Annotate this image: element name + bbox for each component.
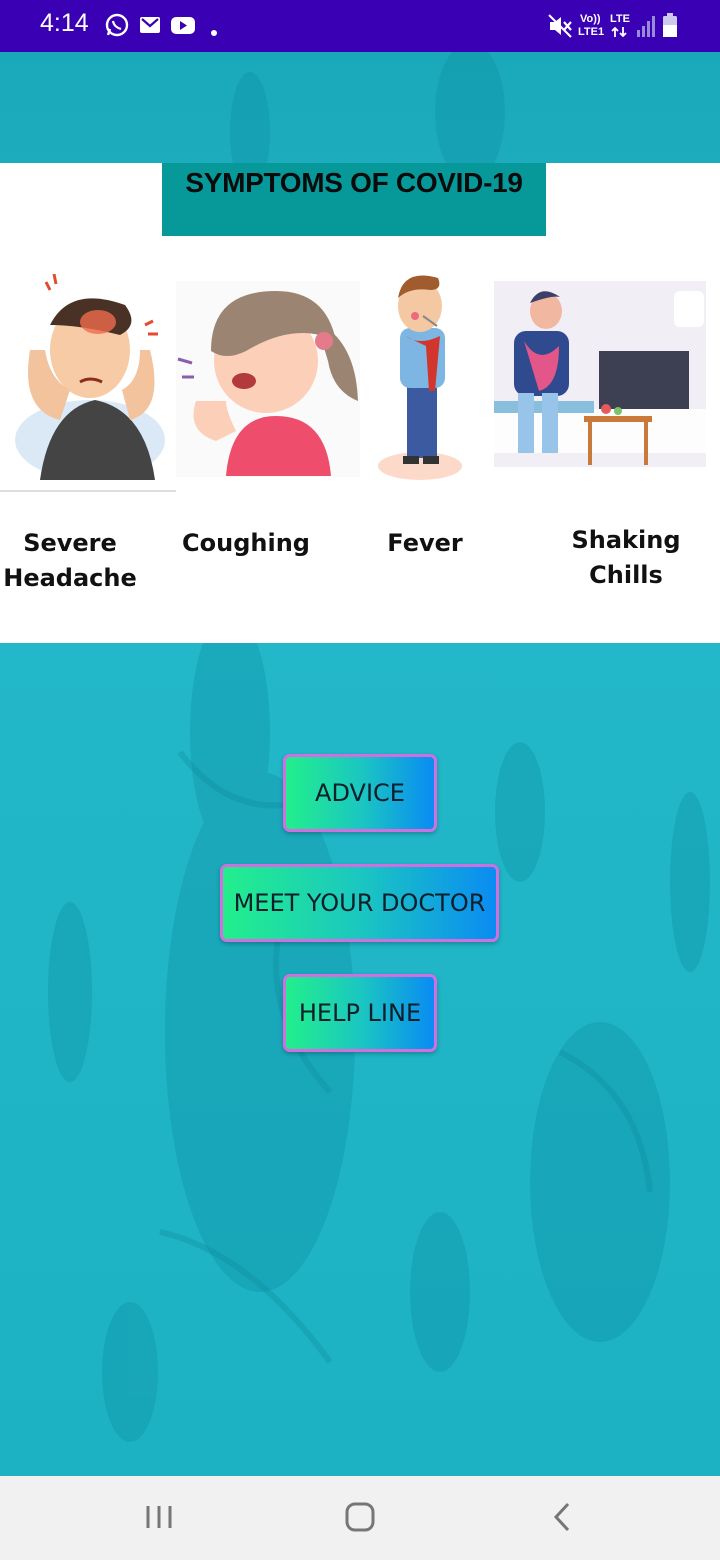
- symptom-label-line: Severe: [23, 529, 117, 557]
- symptom-label-chills: Shaking Chills: [556, 523, 696, 593]
- symptom-label-line: Coughing: [182, 529, 310, 557]
- home-icon[interactable]: [335, 1496, 385, 1540]
- lte-label: LTE: [610, 13, 630, 25]
- whatsapp-icon: [104, 12, 130, 42]
- symptom-label-line: Fever: [387, 529, 463, 557]
- advice-button[interactable]: ADVICE: [283, 754, 437, 832]
- symptoms-title: SYMPTOMS OF COVID-19: [185, 167, 523, 198]
- meet-your-doctor-button[interactable]: MEET YOUR DOCTOR: [220, 864, 499, 942]
- volte-label: Vo)): [580, 13, 601, 25]
- symptom-label-headache: Severe Headache: [0, 526, 140, 596]
- battery-icon: [662, 12, 678, 42]
- symptom-label-line: Headache: [3, 564, 137, 592]
- mute-icon: [548, 14, 574, 42]
- status-time: 4:14: [40, 9, 89, 37]
- youtube-icon: [170, 12, 196, 42]
- symptom-label-fever: Fever: [365, 526, 485, 561]
- coughing-illustration: [176, 281, 360, 477]
- lte1-label: LTE1: [578, 26, 605, 38]
- symptom-label-line: Shaking: [571, 526, 681, 554]
- signal-icon: [636, 14, 656, 42]
- chills-illustration: [494, 281, 706, 467]
- status-bar: 4:14 Vo)) LTE1 LTE: [0, 0, 720, 52]
- navigation-bar: [0, 1476, 720, 1560]
- symptoms-title-banner: SYMPTOMS OF COVID-19: [162, 163, 546, 236]
- help-line-button[interactable]: HELP LINE: [283, 974, 437, 1052]
- recents-icon[interactable]: [134, 1496, 184, 1540]
- dot-icon: [210, 22, 218, 41]
- symptoms-panel: SYMPTOMS OF COVID-19 Severe Headache Cou…: [0, 163, 720, 643]
- headache-illustration: [0, 270, 176, 492]
- back-icon[interactable]: [538, 1496, 588, 1540]
- symptom-label-coughing: Coughing: [176, 526, 316, 561]
- gmail-icon: [139, 12, 161, 42]
- symptom-label-line: Chills: [589, 561, 663, 589]
- fever-illustration: [375, 268, 475, 488]
